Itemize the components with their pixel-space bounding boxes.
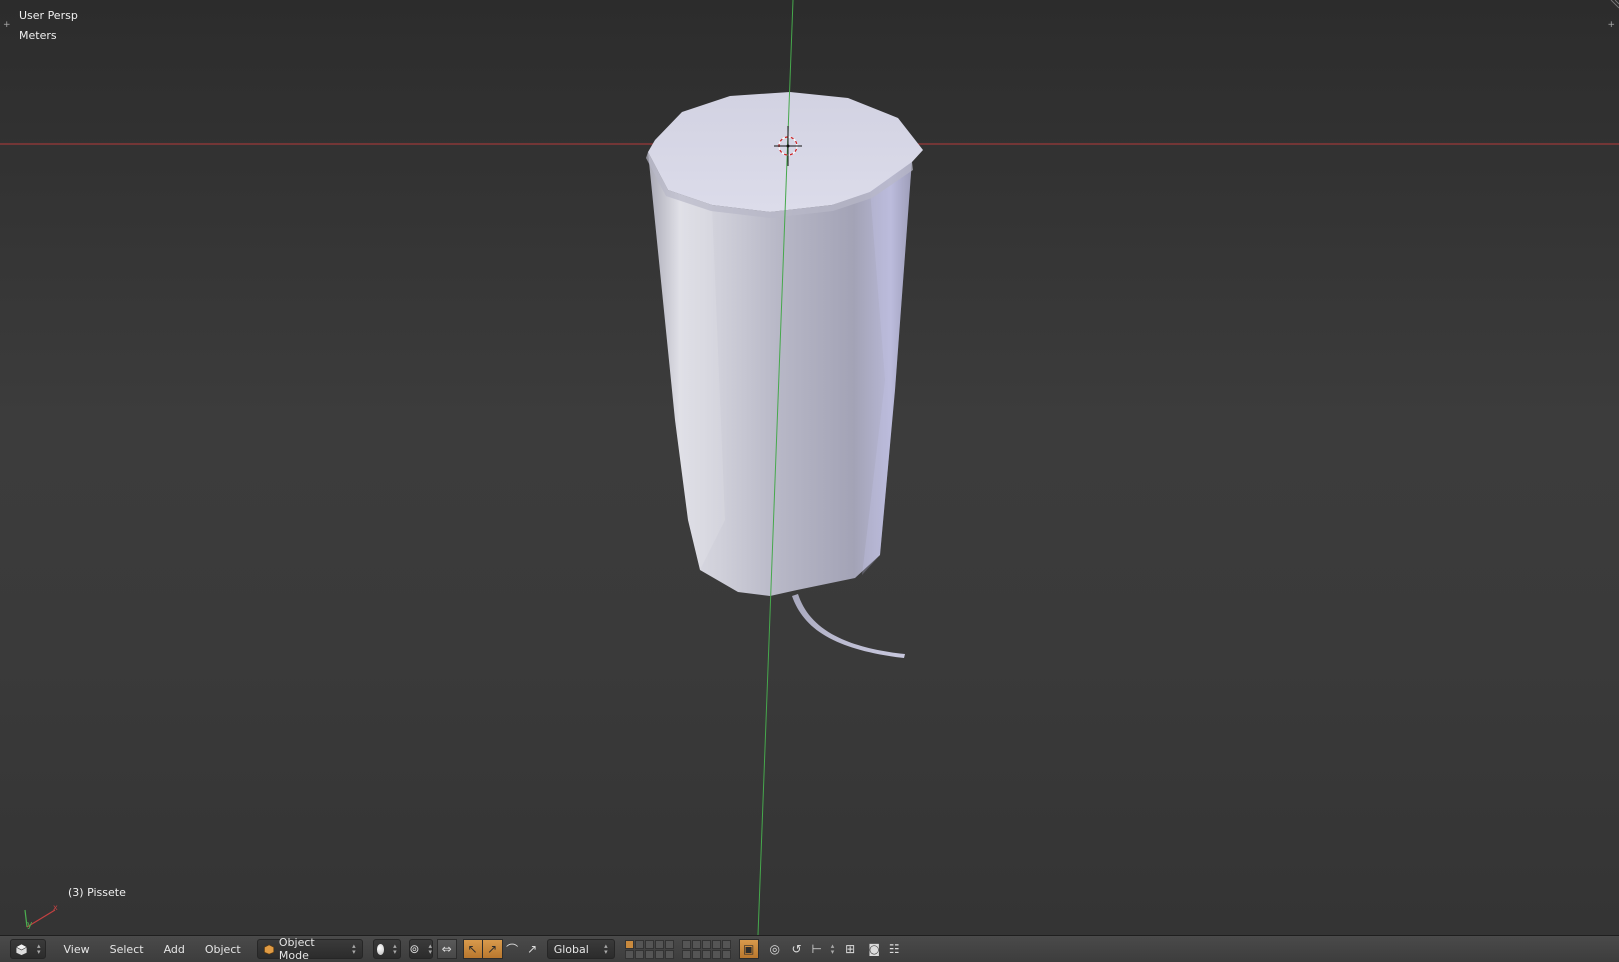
editor-type-selector[interactable]: ▴ ▾: [10, 939, 46, 959]
layer-10[interactable]: [721, 939, 731, 949]
view-name-label: User Persp: [19, 9, 78, 22]
region-toggle-left-icon[interactable]: +: [3, 20, 11, 30]
layer-16[interactable]: [681, 949, 691, 959]
pivot-icon: ⊚: [409, 942, 420, 956]
layer-20[interactable]: [721, 949, 731, 959]
layer-15[interactable]: [664, 949, 674, 959]
layer-group-2[interactable]: [681, 939, 731, 959]
menu-add[interactable]: Add: [154, 943, 195, 956]
render-animation-icon[interactable]: ☷: [884, 939, 904, 959]
3d-view-header: ▴ ▾ View Select Add Object Object Mode ▴ ▾…: [0, 935, 1619, 962]
cube-icon: [15, 943, 28, 956]
layer-8[interactable]: [701, 939, 711, 949]
layer-7[interactable]: [691, 939, 701, 949]
layer-group-1[interactable]: [624, 939, 674, 959]
viewport-shading-selector[interactable]: ▴ ▾: [372, 939, 401, 959]
snap-icon[interactable]: ↺: [787, 939, 807, 959]
layer-3[interactable]: [644, 939, 654, 949]
render-still-icon[interactable]: ◙: [864, 939, 884, 959]
layer-18[interactable]: [701, 949, 711, 959]
layer-9[interactable]: [711, 939, 721, 949]
menu-select[interactable]: Select: [100, 943, 154, 956]
scale-icon[interactable]: ⌒: [503, 939, 523, 959]
snap-element-icon[interactable]: ⊢: [807, 939, 827, 959]
dropdown-arrows-icon: ▴ ▾: [37, 942, 41, 956]
dropdown-arrows-icon: ▴ ▾: [393, 942, 397, 956]
translate-icon[interactable]: ↖: [462, 939, 483, 959]
layer-14[interactable]: [654, 949, 664, 959]
scene-canvas[interactable]: x y: [0, 0, 1619, 935]
layer-12[interactable]: [634, 949, 644, 959]
manipulator-toggle-icon[interactable]: ⇔: [436, 939, 457, 959]
scale-handle-icon[interactable]: ↗: [523, 939, 543, 959]
menu-object[interactable]: Object: [195, 943, 251, 956]
region-toggle-right-icon[interactable]: +: [1607, 20, 1615, 30]
manipulator-group: ↖ ↗ ⌒ ↗: [462, 939, 543, 959]
unit-system-label: Meters: [19, 29, 57, 42]
layer-13[interactable]: [644, 949, 654, 959]
active-object-info: (3) Pissete: [68, 886, 126, 899]
layer-11[interactable]: [624, 949, 634, 959]
area-split-handle-icon[interactable]: [1607, 0, 1619, 12]
layer-17[interactable]: [691, 949, 701, 959]
gizmo-x-label: x: [53, 903, 58, 912]
dropdown-arrows-icon: ▴ ▾: [830, 942, 835, 956]
lock-camera-icon[interactable]: ▣: [738, 939, 759, 959]
object-mode-icon: [263, 943, 274, 954]
mode-label: Object Mode: [278, 936, 315, 962]
solid-sphere-icon: [376, 943, 385, 955]
layer-4[interactable]: [654, 939, 664, 949]
layer-19[interactable]: [711, 949, 721, 959]
dropdown-arrows-icon: ▴ ▾: [428, 942, 432, 956]
layer-5[interactable]: [664, 939, 674, 949]
proportional-edit-icon[interactable]: ◎: [765, 939, 785, 959]
snap-target-icon[interactable]: ⊞: [840, 939, 860, 959]
menu-view[interactable]: View: [54, 943, 100, 956]
orientation-label: Global: [553, 942, 589, 956]
transform-orientation-selector[interactable]: Global ▴ ▾: [546, 939, 615, 959]
layer-1[interactable]: [624, 939, 634, 949]
layer-2[interactable]: [634, 939, 644, 949]
axis-gizmo: x y: [24, 903, 58, 930]
gizmo-y-label: y: [27, 920, 33, 930]
layer-6[interactable]: [681, 939, 691, 949]
3d-viewport[interactable]: x y User Persp Meters (3) Pissete + +: [0, 0, 1619, 935]
rotate-icon[interactable]: ↗: [482, 939, 503, 959]
dropdown-arrows-icon: ▴ ▾: [352, 942, 356, 956]
pivot-point-selector[interactable]: ⊚ ▴ ▾: [408, 939, 433, 959]
cylinder-tail[interactable]: [792, 594, 905, 658]
dropdown-arrows-icon: ▴ ▾: [604, 942, 608, 956]
mode-selector[interactable]: Object Mode ▴ ▾: [256, 936, 363, 962]
